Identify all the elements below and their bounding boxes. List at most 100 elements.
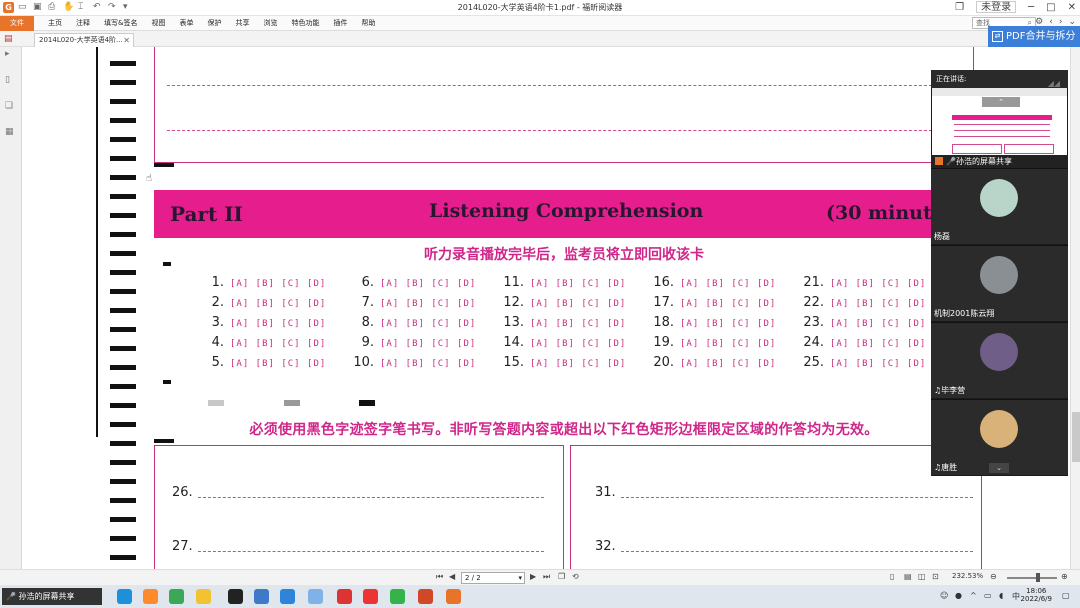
- menu-file[interactable]: 文件: [0, 15, 34, 31]
- taskbar-share-indicator[interactable]: 🎤 孙浩的屏幕共享: [2, 588, 102, 605]
- question-item: 16. [A] [B] [C] [D]: [648, 275, 776, 290]
- document-tab[interactable]: 2014L020-大学英语4阶... ✕: [34, 33, 134, 47]
- login-button[interactable]: 未登录: [976, 1, 1017, 13]
- question-item: 25. [A] [B] [C] [D]: [798, 355, 926, 370]
- chevron-up-icon[interactable]: ⌃: [982, 97, 1020, 107]
- rotate-icon[interactable]: ⟲: [572, 572, 579, 581]
- timing-mark: [110, 61, 136, 66]
- document-tab-label: 2014L020-大学英语4阶...: [39, 36, 123, 44]
- question-item: 17. [A] [B] [C] [D]: [648, 295, 776, 310]
- ime-indicator[interactable]: 中: [1012, 591, 1020, 602]
- foxit-taskbar-icon[interactable]: [446, 589, 461, 604]
- fit-icon[interactable]: ⊡: [932, 572, 939, 581]
- bookmark-icon[interactable]: ▯: [5, 75, 16, 86]
- copy-icon[interactable]: ❐: [558, 572, 565, 581]
- left-navigation-panel: ▸ ▯ ❏ ▦: [0, 47, 22, 569]
- zoom-slider-handle[interactable]: [1036, 573, 1040, 582]
- close-icon[interactable]: ✕: [1068, 2, 1076, 13]
- zoom-in-icon[interactable]: ⊕: [1061, 572, 1068, 581]
- media-icon[interactable]: [337, 589, 352, 604]
- menu-help[interactable]: 帮助: [361, 18, 375, 28]
- timing-mark: [110, 441, 136, 446]
- menu-comment[interactable]: 注释: [76, 18, 90, 28]
- mic-icon: 🎤: [946, 157, 956, 166]
- zoom-slider[interactable]: [1007, 577, 1057, 579]
- first-page-icon[interactable]: ⏮: [436, 572, 443, 582]
- menu-browse[interactable]: 浏览: [263, 18, 277, 28]
- timing-mark: [110, 555, 136, 560]
- timing-mark: [110, 232, 136, 237]
- start-page-icon[interactable]: ▤: [4, 34, 14, 44]
- page-number-input[interactable]: 2 / 2 ▾: [461, 572, 525, 584]
- timing-mark: [110, 384, 136, 389]
- clock[interactable]: 18:06 2022/6/9: [1021, 587, 1052, 603]
- screen-share-thumbnail[interactable]: ⌃: [932, 88, 1067, 156]
- document-view[interactable]: ☝ Part II Listening Comprehension (30 mi…: [22, 47, 1070, 569]
- minimize-icon[interactable]: ─: [1028, 2, 1034, 13]
- chevron-down-icon[interactable]: ⌄: [989, 463, 1009, 473]
- maximize-icon[interactable]: □: [1046, 2, 1055, 13]
- pdf-merge-split-button[interactable]: ⇄ PDF合并与拆分: [988, 26, 1080, 48]
- next-page-icon[interactable]: ▶: [530, 572, 536, 581]
- last-page-icon[interactable]: ⏭: [543, 572, 550, 582]
- participant-name: 机制2001陈云翔: [934, 309, 995, 318]
- qq-icon[interactable]: [228, 589, 243, 604]
- menu-plugins[interactable]: 插件: [333, 18, 347, 28]
- network-icon[interactable]: ▭: [984, 591, 992, 600]
- edge-icon[interactable]: [117, 589, 132, 604]
- participant-name-text: 唐胜: [941, 463, 958, 472]
- netease-icon[interactable]: [363, 589, 378, 604]
- zoom-out-icon[interactable]: ⊖: [990, 572, 997, 581]
- participant-name: 杨磊: [934, 232, 950, 241]
- chrome-icon[interactable]: [169, 589, 184, 604]
- single-page-icon[interactable]: ▯: [890, 572, 894, 581]
- answer-options: [A] [B] [C] [D]: [230, 299, 327, 309]
- timing-mark: [110, 479, 136, 484]
- powerpoint-icon[interactable]: [418, 589, 433, 604]
- close-tab-icon[interactable]: ✕: [123, 34, 130, 47]
- writing-line: [167, 85, 962, 86]
- menu-view[interactable]: 视图: [151, 18, 165, 28]
- menu-share[interactable]: 共享: [235, 18, 249, 28]
- participant-tile[interactable]: ♫唐胜 ⌄: [931, 399, 1068, 475]
- volume-icon[interactable]: ◖: [999, 591, 1003, 600]
- vertical-scrollbar[interactable]: [1070, 47, 1080, 569]
- firefox-icon[interactable]: [143, 589, 158, 604]
- question-item: 19. [A] [B] [C] [D]: [648, 335, 776, 350]
- menu-home[interactable]: 主页: [48, 18, 62, 28]
- tray-chevron-icon[interactable]: ^: [970, 591, 977, 600]
- cloud-icon[interactable]: [308, 589, 323, 604]
- tray-app-icon[interactable]: ●: [955, 591, 962, 600]
- wechat-icon[interactable]: [390, 589, 405, 604]
- chevron-down-icon[interactable]: ▾: [518, 573, 522, 583]
- participant-tile[interactable]: 机制2001陈云翔: [931, 245, 1068, 321]
- participant-tile[interactable]: ♫毕李营: [931, 322, 1068, 398]
- menu-fill-sign[interactable]: 填写&签名: [104, 18, 137, 28]
- menu-features[interactable]: 特色功能: [291, 18, 319, 28]
- swatch-dark: [359, 400, 375, 406]
- section-duration: (30 minut: [826, 202, 932, 224]
- tray-people-icon[interactable]: ☺: [940, 591, 948, 600]
- continuous-icon[interactable]: ▤: [904, 572, 912, 581]
- file-explorer-icon[interactable]: [196, 589, 211, 604]
- expand-panel-icon[interactable]: ▸: [5, 49, 16, 60]
- pages-icon[interactable]: ❏: [5, 101, 16, 112]
- menu-form[interactable]: 表单: [179, 18, 193, 28]
- zoom-level[interactable]: 232.53%: [952, 572, 983, 580]
- comments-icon[interactable]: ▦: [5, 127, 16, 138]
- skin-icon[interactable]: ❐: [955, 2, 964, 13]
- answer-options: [A] [B] [C] [D]: [530, 339, 627, 349]
- participant-tile[interactable]: 杨磊: [931, 168, 1068, 244]
- scrollbar-thumb[interactable]: [1072, 412, 1080, 462]
- browser-icon[interactable]: [280, 589, 295, 604]
- participant-name: ♫唐胜: [934, 462, 957, 473]
- notification-icon[interactable]: ▢: [1062, 591, 1070, 600]
- mail-icon[interactable]: [254, 589, 269, 604]
- menu-protect[interactable]: 保护: [207, 18, 221, 28]
- answer-options: [A] [B] [C] [D]: [680, 279, 777, 289]
- prev-page-icon[interactable]: ◀: [449, 572, 455, 581]
- timing-mark: [110, 213, 136, 218]
- timing-mark: [110, 270, 136, 275]
- facing-icon[interactable]: ◫: [918, 572, 926, 581]
- question-item: 5. [A] [B] [C] [D]: [198, 355, 326, 370]
